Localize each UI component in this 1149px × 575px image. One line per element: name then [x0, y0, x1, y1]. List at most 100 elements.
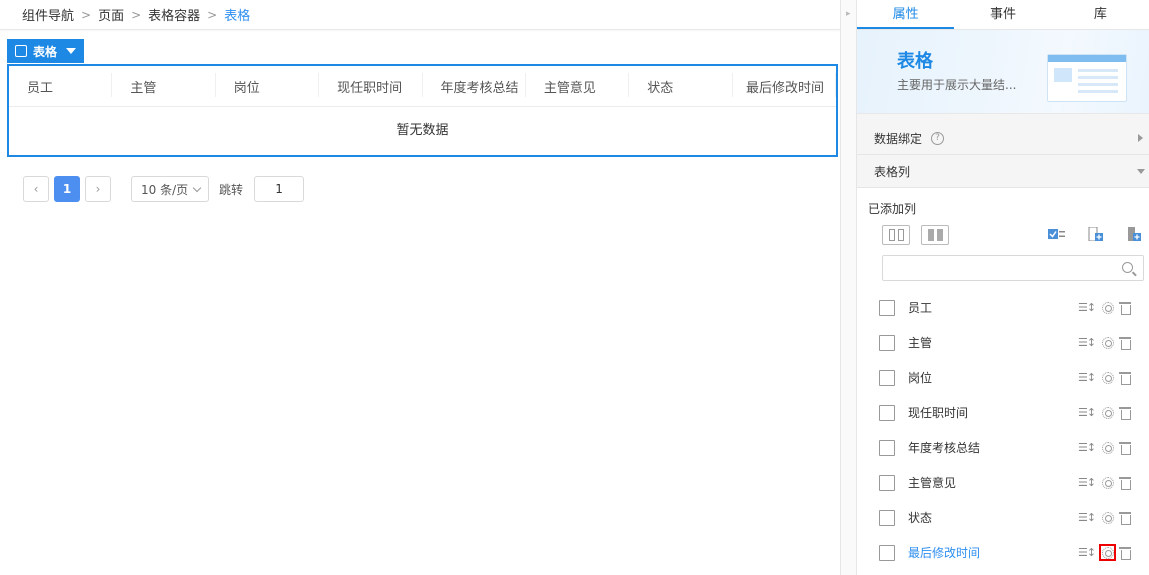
breadcrumb-separator: >: [131, 7, 142, 22]
list-item[interactable]: 年度考核总结 ☰↕: [857, 430, 1149, 465]
page-number-button[interactable]: 1: [54, 176, 80, 202]
column-checkbox[interactable]: [879, 334, 895, 351]
data-binding-section[interactable]: 数据绑定 ?: [857, 122, 1149, 155]
column-header-manager: 主管: [112, 72, 217, 97]
add-column-before-icon[interactable]: [1087, 227, 1104, 241]
column-checkbox[interactable]: [879, 509, 895, 526]
sort-icon[interactable]: ☰↕: [1078, 336, 1096, 349]
settings-gear-icon[interactable]: [1099, 404, 1116, 421]
layout-outline-button[interactable]: [882, 225, 910, 245]
sort-icon[interactable]: ☰↕: [1078, 476, 1096, 489]
settings-gear-icon[interactable]: [1099, 369, 1116, 386]
sort-icon[interactable]: ☰↕: [1078, 406, 1096, 419]
list-item[interactable]: 员工 ☰↕: [857, 290, 1149, 325]
chevron-down-icon: [192, 183, 202, 192]
column-label: 岗位: [908, 371, 933, 385]
page-size-value: 10 条/页: [141, 182, 189, 197]
list-item[interactable]: 现任职时间 ☰↕: [857, 395, 1149, 430]
breadcrumb-item-table-container[interactable]: 表格容器: [148, 5, 200, 24]
column-label: 员工: [908, 301, 933, 315]
column-label: 现任职时间: [908, 406, 969, 420]
column-checkbox[interactable]: [879, 474, 895, 491]
settings-gear-icon[interactable]: [1099, 544, 1116, 561]
tab-library[interactable]: 库: [1052, 0, 1149, 29]
settings-gear-icon[interactable]: [1099, 509, 1116, 526]
component-title: 表格: [897, 51, 933, 72]
column-header-last-modified: 最后修改时间: [733, 72, 837, 97]
trash-icon[interactable]: [1119, 371, 1131, 385]
property-panel: 属性 事件 库 表格 主要用于展示大量结... 数据绑定 ? 表格列 已添加列: [857, 0, 1149, 575]
caret-right-icon: [1138, 134, 1143, 142]
table-widget[interactable]: 员工 主管 岗位 现任职时间 年度考核总结 主管意见 状态 最后修改时间 暂无数…: [7, 64, 838, 157]
column-search-input[interactable]: [882, 255, 1144, 281]
chevron-right-icon: ›: [95, 182, 101, 196]
breadcrumb-item-component-nav[interactable]: 组件导航: [22, 5, 74, 24]
settings-gear-icon[interactable]: [1099, 474, 1116, 491]
table-illustration-icon: [1047, 54, 1127, 102]
trash-icon[interactable]: [1119, 546, 1131, 560]
column-checkbox[interactable]: [879, 439, 895, 456]
page-size-select[interactable]: 10 条/页: [131, 176, 209, 202]
column-toolbar: [857, 217, 1149, 251]
search-icon: [1122, 262, 1133, 273]
column-header-annual-review: 年度考核总结: [423, 72, 527, 97]
column-header-manager-opinion: 主管意见: [526, 72, 630, 97]
table-component-tag[interactable]: 表格: [7, 39, 85, 63]
data-binding-label: 数据绑定: [874, 131, 923, 146]
tab-events[interactable]: 事件: [954, 0, 1051, 29]
cube-icon: [15, 45, 27, 57]
breadcrumb-separator: >: [207, 7, 218, 22]
tab-properties[interactable]: 属性: [857, 0, 955, 29]
component-description: 主要用于展示大量结...: [897, 78, 1017, 92]
jump-label: 跳转: [219, 182, 244, 197]
list-item[interactable]: 主管意见 ☰↕: [857, 465, 1149, 500]
sort-icon[interactable]: ☰↕: [1078, 441, 1096, 454]
select-all-icon[interactable]: [1048, 227, 1065, 241]
pagination: ‹ 1 › 10 条/页 跳转 1: [23, 176, 305, 202]
add-column-after-icon[interactable]: [1125, 227, 1142, 241]
prev-page-button[interactable]: ‹: [23, 176, 49, 202]
column-header-position: 岗位: [216, 72, 320, 97]
sort-icon[interactable]: ☰↕: [1078, 511, 1096, 524]
next-page-button[interactable]: ›: [85, 176, 111, 202]
sort-icon[interactable]: ☰↕: [1078, 301, 1096, 314]
component-hero: 表格 主要用于展示大量结...: [857, 30, 1149, 114]
column-label: 主管: [908, 336, 933, 350]
jump-page-input[interactable]: 1: [254, 176, 305, 202]
column-label: 年度考核总结: [908, 441, 981, 455]
help-icon[interactable]: ?: [931, 131, 945, 145]
trash-icon[interactable]: [1119, 476, 1131, 490]
column-checkbox[interactable]: [879, 404, 895, 421]
table-columns-section[interactable]: 表格列: [857, 155, 1149, 188]
trash-icon[interactable]: [1119, 441, 1131, 455]
breadcrumb: 组件导航 > 页面 > 表格容器 > 表格: [0, 0, 840, 30]
settings-gear-icon[interactable]: [1099, 334, 1116, 351]
layout-fill-button[interactable]: [921, 225, 949, 245]
column-list: 员工 ☰↕ 主管 ☰↕ 岗位 ☰↕ 现任职时间 ☰↕ 年度考核总结 ☰↕ 主管意…: [857, 290, 1149, 570]
trash-icon[interactable]: [1119, 301, 1131, 315]
column-label: 主管意见: [908, 476, 957, 490]
list-item[interactable]: 状态 ☰↕: [857, 500, 1149, 535]
column-checkbox[interactable]: [879, 369, 895, 386]
chevron-left-icon: ‹: [33, 182, 39, 196]
column-checkbox[interactable]: [879, 299, 895, 316]
list-item[interactable]: 最后修改时间 ☰↕: [857, 535, 1149, 570]
column-label: 状态: [908, 511, 933, 525]
panel-tabs: 属性 事件 库: [857, 0, 1149, 30]
list-item[interactable]: 岗位 ☰↕: [857, 360, 1149, 395]
column-label: 最后修改时间: [908, 546, 981, 560]
breadcrumb-item-page[interactable]: 页面: [98, 5, 124, 24]
settings-gear-icon[interactable]: [1099, 439, 1116, 456]
column-checkbox[interactable]: [879, 544, 895, 561]
trash-icon[interactable]: [1119, 511, 1131, 525]
sort-icon[interactable]: ☰↕: [1078, 371, 1096, 384]
trash-icon[interactable]: [1119, 336, 1131, 350]
trash-icon[interactable]: [1119, 406, 1131, 420]
table-component-tag-label: 表格: [33, 44, 58, 59]
table-columns-label: 表格列: [874, 164, 911, 179]
list-item[interactable]: 主管 ☰↕: [857, 325, 1149, 360]
sort-icon[interactable]: ☰↕: [1078, 546, 1096, 559]
caret-down-icon[interactable]: [66, 48, 77, 54]
panel-collapse-handle[interactable]: ▸: [840, 0, 857, 575]
settings-gear-icon[interactable]: [1099, 299, 1116, 316]
